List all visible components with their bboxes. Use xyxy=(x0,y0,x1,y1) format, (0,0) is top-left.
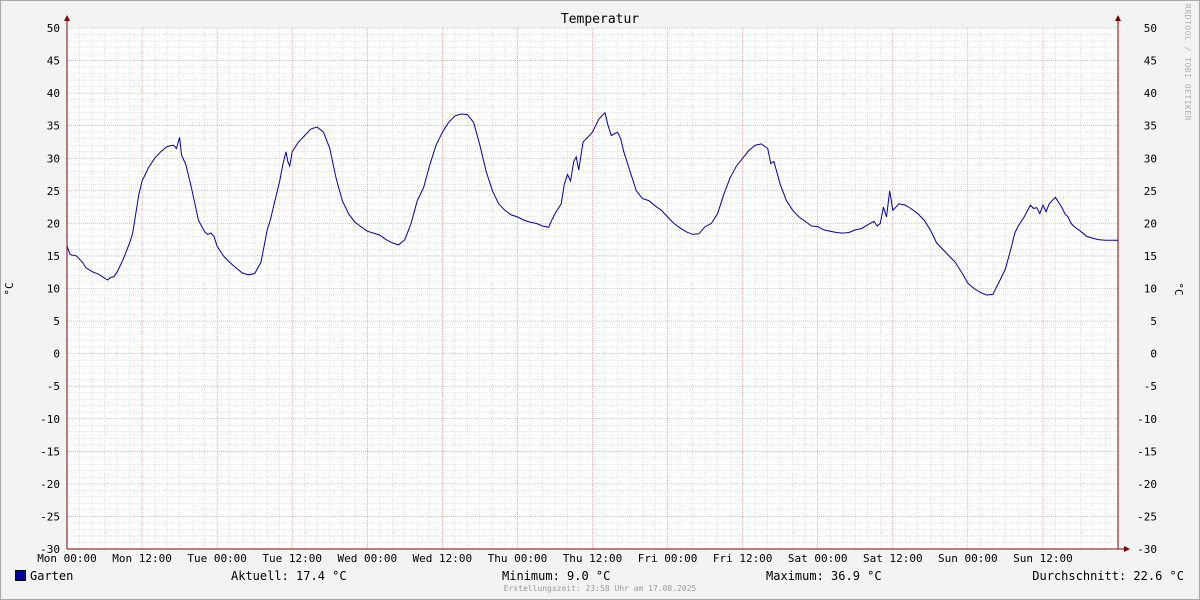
x-tick-label: Mon 00:00 xyxy=(37,552,97,565)
y-tick-label: 25 xyxy=(47,185,60,198)
y-tick-label: -20 xyxy=(40,478,60,491)
y-tick-label: 30 xyxy=(47,152,60,165)
y-tick-label: -25 xyxy=(40,510,60,523)
chart-title: Temperatur xyxy=(561,12,639,27)
x-tick-label: Wed 12:00 xyxy=(413,552,473,565)
y-tick-label: 20 xyxy=(1144,217,1157,230)
y-tick-label: 5 xyxy=(1150,315,1157,328)
y-tick-label: 50 xyxy=(1144,22,1157,35)
y-tick-label: 35 xyxy=(47,120,60,133)
legend-maximum: Maximum: 36.9 °C xyxy=(766,569,882,583)
y-tick-label: 45 xyxy=(1144,55,1157,68)
y-axis-label-left: °C xyxy=(3,282,16,295)
y-tick-label: 25 xyxy=(1144,185,1157,198)
y-tick-label: 10 xyxy=(47,283,60,296)
y-tick-label: -10 xyxy=(40,413,60,426)
x-tick-labels: Mon 00:00 Mon 12:00 Tue 00:00 Tue 12:00 Wed … xyxy=(37,552,1073,565)
y-axis-arrow-left xyxy=(64,15,70,21)
y-tick-label: 35 xyxy=(1144,120,1157,133)
y-tick-label: -25 xyxy=(1137,510,1157,523)
rrdtool-watermark: RRDTOOL / TOBI OETIKER xyxy=(1183,4,1192,121)
y-tick-labels-left: 50454035302520151050-5-10-15-20-25-30 xyxy=(40,22,60,556)
y-tick-label: -30 xyxy=(1137,543,1157,556)
x-tick-label: Wed 00:00 xyxy=(337,552,397,565)
y-tick-label: -20 xyxy=(1137,478,1157,491)
x-tick-label: Fri 00:00 xyxy=(638,552,698,565)
x-tick-label: Sat 00:00 xyxy=(788,552,848,565)
y-tick-label: 40 xyxy=(1144,87,1157,100)
y-tick-label: 30 xyxy=(1144,152,1157,165)
y-tick-label: 40 xyxy=(47,87,60,100)
y-tick-label: 5 xyxy=(53,315,60,328)
y-tick-label: 0 xyxy=(1150,348,1157,361)
y-tick-label: 20 xyxy=(47,217,60,230)
x-tick-label: Tue 00:00 xyxy=(187,552,247,565)
x-tick-label: Thu 12:00 xyxy=(563,552,623,565)
x-tick-label: Sat 12:00 xyxy=(863,552,923,565)
x-tick-label: Mon 12:00 xyxy=(112,552,172,565)
y-axis-arrow-right xyxy=(1115,15,1121,21)
y-tick-label: 50 xyxy=(47,22,60,35)
x-tick-label: Tue 12:00 xyxy=(262,552,322,565)
legend-average: Durchschnitt: 22.6 °C xyxy=(1032,569,1184,583)
legend-current: Aktuell: 17.4 °C xyxy=(231,569,347,583)
y-tick-label: 15 xyxy=(47,250,60,263)
y-tick-label: -15 xyxy=(1137,445,1157,458)
y-tick-label: 0 xyxy=(53,348,60,361)
legend-minimum: Minimum: 9.0 °C xyxy=(502,569,611,583)
temperature-chart: 50454035302520151050-5-10-15-20-25-30 50… xyxy=(3,12,1185,565)
legend-row: Garten Aktuell: 17.4 °C Minimum: 9.0 °C … xyxy=(0,568,1200,584)
x-tick-label: Thu 00:00 xyxy=(488,552,548,565)
y-tick-label: -5 xyxy=(47,380,60,393)
x-tick-label: Sun 12:00 xyxy=(1013,552,1073,565)
y-axis-label-right: °C xyxy=(1172,282,1185,295)
x-tick-label: Fri 12:00 xyxy=(713,552,773,565)
creation-time: Erstellungszeit: 23:58 Uhr am 17.08.2025 xyxy=(503,584,697,593)
y-tick-label: -15 xyxy=(40,445,60,458)
y-tick-label: -10 xyxy=(1137,413,1157,426)
y-tick-label: 10 xyxy=(1144,283,1157,296)
y-tick-label: 45 xyxy=(47,55,60,68)
y-tick-label: 15 xyxy=(1144,250,1157,263)
y-tick-labels-right: 50454035302520151050-5-10-15-20-25-30 xyxy=(1137,22,1157,556)
legend-series-name: Garten xyxy=(30,569,74,583)
y-tick-label: -5 xyxy=(1144,380,1157,393)
x-tick-label: Sun 00:00 xyxy=(938,552,998,565)
x-axis-arrow xyxy=(1124,546,1130,552)
